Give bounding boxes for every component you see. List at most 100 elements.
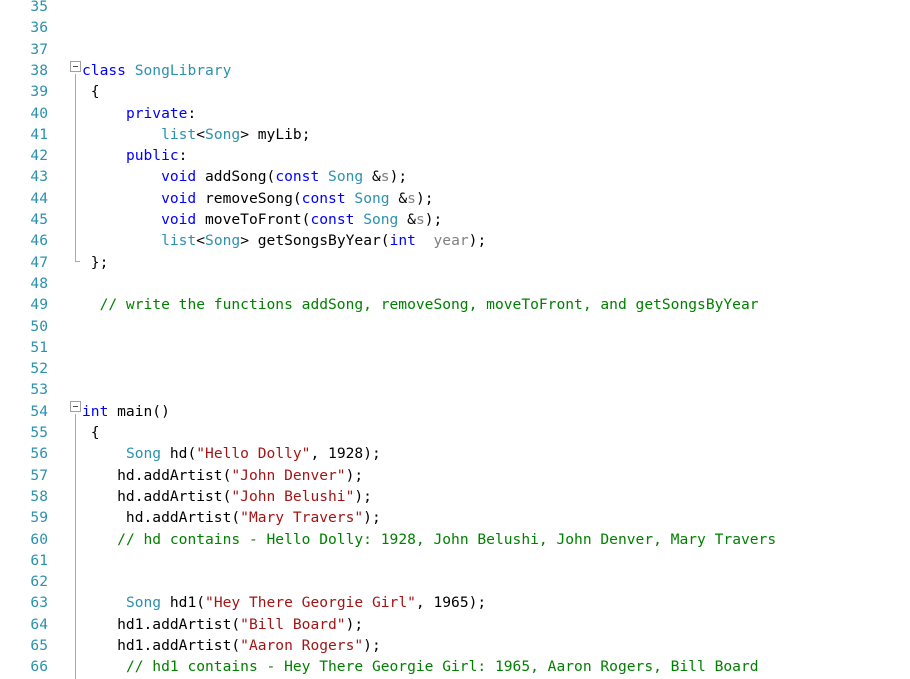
- token-pl: hd1(: [161, 594, 206, 612]
- token-pl: {: [82, 424, 100, 441]
- line-number-53: 53: [30, 381, 48, 399]
- code-line-42[interactable]: public:: [82, 145, 188, 166]
- line-number-42: 42: [30, 147, 48, 165]
- token-str: "John Belushi": [231, 487, 355, 505]
- token-pl: main(): [108, 402, 170, 420]
- code-line-63[interactable]: Song hd1("Hey There Georgie Girl", 1965)…: [82, 592, 486, 613]
- code-line-47[interactable]: };: [82, 252, 109, 273]
- code-line-66[interactable]: // hd1 contains - Hey There Georgie Girl…: [82, 656, 759, 677]
- token-pl: );: [345, 615, 364, 633]
- token-cmt: // write the functions addSong, removeSo…: [99, 296, 759, 314]
- token-kw: void: [161, 168, 197, 186]
- code-line-39[interactable]: {: [82, 81, 100, 102]
- line-number-41: 41: [30, 125, 48, 143]
- token-pl: );: [424, 211, 443, 228]
- line-number-45: 45: [30, 211, 48, 228]
- fold-toggle-class-songlibrary[interactable]: [70, 61, 81, 72]
- token-pl: {: [82, 83, 100, 101]
- token-typ: SongLibrary: [134, 61, 232, 79]
- code-line-54[interactable]: int main(): [82, 401, 170, 422]
- code-line-49[interactable]: // write the functions addSong, removeSo…: [82, 294, 759, 315]
- token-pl: > myLib;: [240, 125, 311, 143]
- fold-guide-foot-class-songlibrary: [75, 261, 80, 262]
- token-pl: );: [363, 509, 381, 527]
- code-line-46[interactable]: list<Song> getSongsByYear(int year);: [82, 230, 486, 251]
- line-number-55: 55: [30, 424, 48, 441]
- code-editor-viewport[interactable]: 35 36 37 38 39 40 41 42 43 44 45 46 47 48 49 50 51 52 53 54…: [0, 0, 910, 679]
- line-number-46: 46: [30, 232, 48, 250]
- token-pl: hd.addArtist(: [82, 466, 232, 484]
- token-pl: &: [363, 168, 381, 186]
- code-line-57[interactable]: hd.addArtist("John Denver");: [82, 465, 363, 486]
- token-pl: removeSong(: [196, 189, 302, 207]
- token-pl: );: [415, 189, 434, 207]
- line-number-58: 58: [30, 487, 48, 505]
- line-number-65: 65: [30, 637, 48, 654]
- token-pl: };: [82, 253, 109, 271]
- line-number-35: 35: [30, 0, 48, 15]
- code-line-44[interactable]: void removeSong(const Song &s);: [82, 188, 434, 209]
- fold-toggle-main-function[interactable]: [70, 401, 81, 412]
- token-str: "Hey There Georgie Girl": [205, 594, 416, 612]
- code-line-38[interactable]: class SongLibrary: [82, 60, 231, 81]
- token-typ: Song: [125, 445, 162, 463]
- token-par: year: [433, 232, 469, 250]
- token-typ: Song: [328, 168, 364, 186]
- token-pl: hd1.addArtist(: [82, 637, 241, 654]
- line-number-57: 57: [30, 466, 48, 484]
- token-kw: class: [82, 61, 126, 79]
- token-pl: );: [389, 168, 408, 186]
- code-line-55[interactable]: {: [82, 422, 100, 443]
- code-line-56[interactable]: Song hd("Hello Dolly", 1928);: [82, 443, 381, 464]
- line-number-62: 62: [30, 573, 48, 591]
- line-number-40: 40: [30, 104, 48, 122]
- line-number-56: 56: [30, 445, 48, 463]
- code-line-64[interactable]: hd1.addArtist("Bill Board");: [82, 614, 363, 635]
- token-typ: Song: [363, 211, 399, 228]
- token-kw: public: [125, 147, 179, 165]
- token-typ: Song: [125, 594, 162, 612]
- line-number-59: 59: [30, 509, 48, 527]
- token-pl: hd.addArtist(: [82, 487, 232, 505]
- token-par: s: [380, 168, 390, 186]
- token-pl: hd(: [161, 445, 197, 463]
- token-str: "Hello Dolly": [196, 445, 311, 463]
- token-par: s: [407, 189, 416, 207]
- token-pl: :: [187, 104, 197, 122]
- code-line-59[interactable]: hd.addArtist("Mary Travers");: [82, 507, 381, 528]
- token-pl: addSong(: [196, 168, 276, 186]
- code-line-60[interactable]: // hd contains - Hello Dolly: 1928, John…: [82, 529, 776, 550]
- line-number-51: 51: [30, 338, 48, 356]
- line-number-50: 50: [30, 317, 48, 335]
- line-number-38: 38: [30, 61, 48, 79]
- code-line-43[interactable]: void addSong(const Song &s);: [82, 166, 407, 187]
- token-str: "Aaron Rogers": [240, 637, 364, 654]
- code-line-65[interactable]: hd1.addArtist("Aaron Rogers");: [82, 635, 381, 656]
- code-line-45[interactable]: void moveToFront(const Song &s);: [82, 209, 442, 230]
- token-pl: , 1928);: [310, 445, 381, 463]
- token-kw: private: [125, 104, 188, 122]
- line-number-66: 66: [30, 658, 48, 676]
- token-typ: list: [161, 232, 197, 250]
- code-line-58[interactable]: hd.addArtist("John Belushi");: [82, 486, 372, 507]
- token-str: "John Denver": [231, 466, 346, 484]
- code-line-41[interactable]: list<Song> myLib;: [82, 124, 310, 145]
- code-line-40[interactable]: private:: [82, 103, 196, 124]
- line-number-37: 37: [30, 40, 48, 58]
- token-pl: > getSongsByYear(: [240, 232, 390, 250]
- fold-guide-line-class-songlibrary: [75, 74, 76, 261]
- token-typ: list: [161, 125, 197, 143]
